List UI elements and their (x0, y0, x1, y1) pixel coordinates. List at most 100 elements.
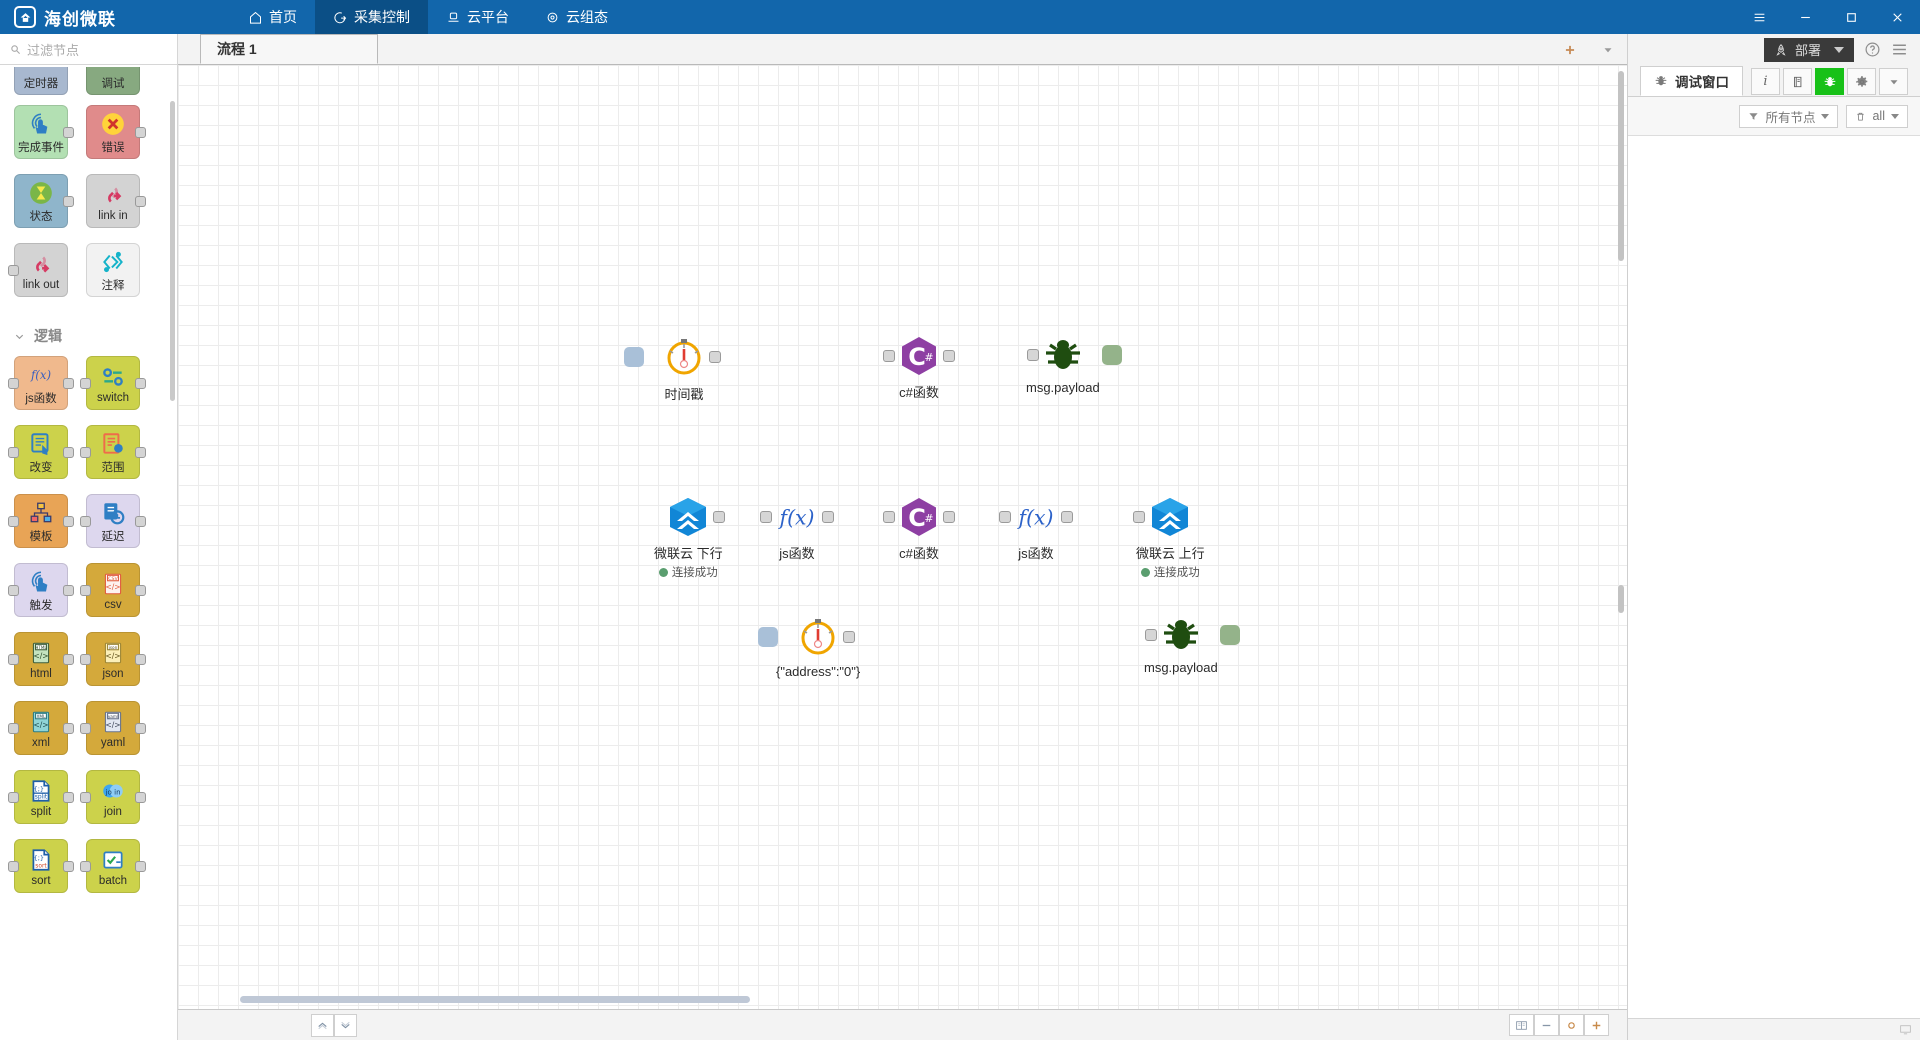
palette-scrollbar[interactable] (170, 101, 175, 401)
canvas-node-inject-timestamp[interactable]: 时间戳 (624, 335, 721, 403)
debug-toggle-button[interactable] (1219, 625, 1240, 645)
input-port[interactable] (1144, 629, 1157, 641)
menu-icon[interactable] (1736, 0, 1782, 34)
input-port[interactable] (883, 511, 895, 523)
node-filter-dropdown[interactable]: 所有节点 (1739, 104, 1839, 128)
input-port[interactable] (8, 792, 19, 803)
output-port[interactable] (135, 723, 146, 734)
palette-node-status[interactable]: 状态 (14, 174, 74, 228)
palette-node-html[interactable]: HTML </> html (8, 632, 74, 686)
debug-toggle-button[interactable] (1101, 345, 1122, 365)
palette-node-split[interactable]: {;} split split (8, 770, 74, 824)
output-port[interactable] (135, 792, 146, 803)
deploy-button[interactable]: 部署 (1763, 37, 1854, 62)
output-port[interactable] (713, 511, 726, 523)
input-port[interactable] (8, 447, 19, 458)
input-port[interactable] (80, 792, 91, 803)
debug-message-list[interactable] (1628, 135, 1920, 1018)
output-port[interactable] (63, 861, 74, 872)
palette-node-debug[interactable]: 调试 (86, 67, 140, 95)
input-port[interactable] (80, 861, 91, 872)
canvas-node-cloud-downlink[interactable]: 微联云 下行 连接成功 (654, 496, 726, 580)
input-port[interactable] (8, 585, 19, 596)
clear-filter-dropdown[interactable]: all (1846, 104, 1908, 128)
output-port[interactable] (135, 585, 146, 596)
collapse-panel-button[interactable] (311, 1013, 334, 1037)
input-port[interactable] (8, 265, 19, 276)
nav-item-cloud-platform[interactable]: 云平台 (428, 0, 527, 34)
input-port[interactable] (1026, 349, 1039, 361)
input-port[interactable] (883, 350, 895, 362)
output-port[interactable] (135, 127, 146, 138)
palette-node-delay[interactable]: 延迟 (80, 494, 146, 548)
input-port[interactable] (80, 585, 91, 596)
palette-node-timer[interactable]: 定时器 (14, 67, 68, 95)
debug-tab-button[interactable] (1815, 68, 1844, 95)
input-port[interactable] (80, 516, 91, 527)
caret-down-icon[interactable] (1834, 46, 1844, 53)
canvas-vscrollbar[interactable] (1618, 71, 1624, 261)
input-port[interactable] (760, 511, 772, 523)
output-port[interactable] (135, 447, 146, 458)
output-port[interactable] (843, 631, 856, 643)
output-port[interactable] (63, 378, 74, 389)
search-input[interactable]: 过滤节点 (27, 40, 79, 59)
palette-node-error[interactable]: 错误 (86, 105, 146, 159)
canvas-node-csharp-function-2[interactable]: C # c#函数 (883, 496, 955, 562)
minimize-icon[interactable] (1782, 0, 1828, 34)
palette-node-change[interactable]: 改变 (8, 425, 74, 479)
nav-item-collect-control[interactable]: 采集控制 (315, 0, 428, 34)
input-port[interactable] (80, 723, 91, 734)
inject-trigger-button[interactable] (624, 347, 644, 367)
output-port[interactable] (943, 511, 955, 523)
output-port[interactable] (63, 127, 74, 138)
output-port[interactable] (135, 654, 146, 665)
palette-node-comment[interactable]: 注释 (86, 243, 140, 297)
nav-item-cloud-scada[interactable]: 云组态 (527, 0, 626, 34)
zoom-reset-icon[interactable] (1559, 1014, 1584, 1036)
output-port[interactable] (135, 861, 146, 872)
zoom-in-icon[interactable] (1584, 1014, 1609, 1036)
input-port[interactable] (1133, 511, 1146, 523)
maximize-icon[interactable] (1828, 0, 1874, 34)
canvas-node-debug-1[interactable]: msg.payload (1026, 335, 1122, 395)
expand-panel-button[interactable] (334, 1013, 357, 1037)
help-tab-button[interactable] (1783, 68, 1812, 95)
palette-category-logic[interactable]: 逻辑 (0, 312, 177, 356)
output-port[interactable] (63, 792, 74, 803)
output-port[interactable] (63, 196, 74, 207)
output-port[interactable] (63, 654, 74, 665)
input-port[interactable] (8, 654, 19, 665)
palette-node-link-in[interactable]: link in (86, 174, 146, 228)
output-port[interactable] (943, 350, 955, 362)
palette-node-sort[interactable]: {;} sort sort (8, 839, 74, 893)
info-tab-button[interactable]: i (1751, 68, 1780, 95)
palette-node-yaml[interactable]: yaml </> yaml (80, 701, 146, 755)
canvas-hscrollbar[interactable] (240, 996, 750, 1003)
navigator-icon[interactable] (1509, 1014, 1534, 1036)
nav-item-home[interactable]: 首页 (230, 0, 315, 34)
sidebar-tab-debug[interactable]: 调试窗口 (1640, 66, 1743, 96)
input-port[interactable] (8, 723, 19, 734)
input-port[interactable] (80, 654, 91, 665)
output-port[interactable] (63, 723, 74, 734)
output-port[interactable] (63, 447, 74, 458)
output-port[interactable] (135, 516, 146, 527)
input-port[interactable] (8, 516, 19, 527)
input-port[interactable] (80, 447, 91, 458)
palette-node-csv[interactable]: CSV </> csv (80, 563, 146, 617)
palette-search-row[interactable]: 过滤节点 (0, 34, 177, 65)
add-flow-button[interactable] (1559, 43, 1581, 57)
canvas-node-cloud-uplink[interactable]: 微联云 上行 连接成功 (1133, 496, 1205, 580)
output-port[interactable] (1061, 511, 1073, 523)
close-icon[interactable] (1874, 0, 1920, 34)
canvas-node-csharp-function-1[interactable]: C # c#函数 (883, 335, 955, 401)
canvas-node-debug-2[interactable]: msg.payload (1144, 615, 1240, 675)
palette-node-json[interactable]: json </> json (80, 632, 146, 686)
output-port[interactable] (63, 516, 74, 527)
input-port[interactable] (8, 861, 19, 872)
output-port[interactable] (135, 378, 146, 389)
flow-canvas[interactable]: 时间戳 C # c#函数 msg.payload 微联云 下行 连接成功 f(x… (178, 65, 1627, 1009)
palette-node-js-function[interactable]: f(x) js函数 (8, 356, 74, 410)
inject-trigger-button[interactable] (758, 627, 779, 647)
